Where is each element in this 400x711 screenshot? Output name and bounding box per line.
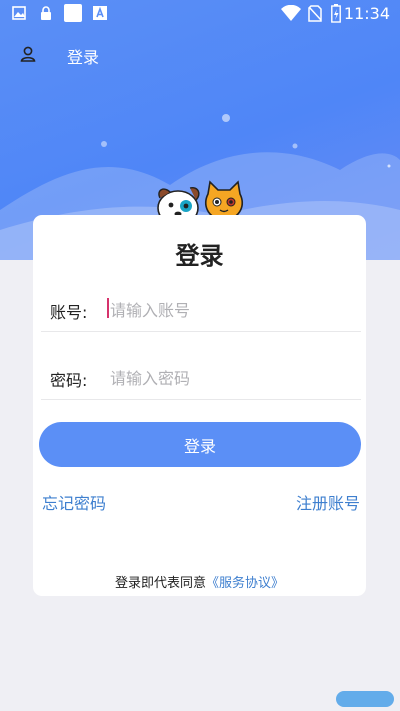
lock-icon — [41, 6, 51, 20]
font-icon — [93, 6, 107, 20]
status-bar: 11:34 — [0, 0, 400, 28]
app-icon — [64, 4, 82, 22]
account-label: 账号: — [50, 303, 88, 322]
account-input[interactable] — [108, 297, 352, 323]
password-label: 密码: — [50, 371, 88, 390]
agreement-text: 登录即代表同意《服务协议》 — [33, 572, 366, 591]
service-agreement-link[interactable]: 《服务协议》 — [206, 576, 284, 591]
login-button[interactable]: 登录 — [39, 422, 361, 467]
nav-title: 登录 — [67, 48, 100, 67]
image-icon — [12, 6, 26, 20]
agreement-prefix: 登录即代表同意 — [114, 576, 206, 591]
wifi-icon — [281, 5, 301, 21]
top-nav: 登录 — [0, 36, 400, 72]
register-link[interactable]: 注册账号 — [296, 490, 360, 514]
status-time: 11:34 — [343, 4, 390, 23]
forgot-password-link[interactable]: 忘记密码 — [42, 490, 106, 514]
account-row: 账号: — [41, 287, 361, 332]
password-row: 密码: — [41, 355, 361, 400]
battery-icon — [331, 4, 341, 23]
user-icon[interactable] — [18, 44, 38, 64]
login-card: 登录 账号: 密码: 登录 忘记密码 注册账号 登录即代表同意《服务协议》 — [33, 215, 366, 596]
watermark-logo — [336, 691, 394, 707]
card-title: 登录 — [175, 242, 224, 270]
no-sim-icon — [308, 5, 322, 22]
password-input[interactable] — [108, 365, 352, 391]
